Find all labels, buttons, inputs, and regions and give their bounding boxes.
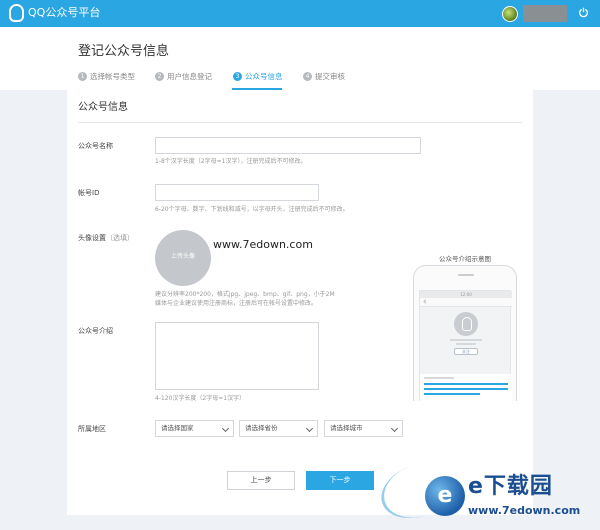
chevron-down-icon bbox=[390, 424, 399, 433]
region-label: 所属地区 bbox=[78, 425, 106, 433]
phone-speaker bbox=[458, 274, 474, 276]
step-number: 4 bbox=[303, 72, 312, 81]
phone-intro-heading bbox=[424, 377, 454, 379]
province-select-value: 请选择省份 bbox=[245, 424, 278, 432]
brand-logo-icon: e bbox=[425, 476, 465, 516]
avatar-upload-label: 上传头像 bbox=[170, 253, 195, 260]
avatar-hint-trademark: 媒体与企业建议使用注册商标，注册后可在帐号设置中修改。 bbox=[155, 300, 318, 307]
phone-id-placeholder bbox=[456, 343, 476, 345]
brand-name: e下载园 bbox=[468, 474, 553, 499]
brand-url: www.7edown.com bbox=[468, 504, 581, 517]
phone-status-bar: 12:00 bbox=[420, 291, 512, 298]
step-1: 1 选择帐号类型 bbox=[78, 72, 135, 82]
user-avatar[interactable] bbox=[502, 6, 518, 22]
qq-logo-icon bbox=[9, 4, 24, 22]
step-2: 2 用户信息登记 bbox=[155, 72, 212, 82]
brand-logo-letter: e bbox=[437, 483, 453, 508]
account-id-hint: 6-20个字母、数字、下划线和减号，以字母开头，注册完成后不可修改。 bbox=[155, 206, 349, 213]
user-name-redacted[interactable] bbox=[523, 5, 567, 22]
intro-textarea[interactable] bbox=[155, 322, 319, 390]
intro-hint: 4-120汉字长度（2字母=1汉字） bbox=[155, 395, 246, 402]
country-select-value: 请选择国家 bbox=[161, 424, 194, 432]
phone-intro-highlight bbox=[424, 393, 480, 395]
chevron-down-icon bbox=[305, 424, 314, 433]
avatar-label: 头像设置（选填） bbox=[78, 234, 134, 243]
avatar-optional-tag: （选填） bbox=[106, 234, 134, 242]
avatar-hint-format: 建议分辨率200*200，格式jpg、jpeg、bmp、gif、png，小于2M bbox=[155, 291, 335, 298]
phone-nav-bar bbox=[420, 298, 512, 307]
phone-avatar-icon bbox=[454, 312, 478, 336]
intro-label: 公众号介绍 bbox=[78, 327, 113, 335]
step-label: 选择帐号类型 bbox=[90, 72, 135, 81]
step-label: 用户信息登记 bbox=[167, 72, 212, 81]
phone-screen: 12:00 关注 bbox=[419, 290, 512, 401]
page-title: 登记公众号信息 bbox=[78, 44, 170, 59]
phone-preview: 12:00 关注 bbox=[413, 265, 517, 401]
top-bar: QQ公众号平台 bbox=[0, 0, 600, 27]
power-icon[interactable] bbox=[578, 7, 589, 18]
city-select[interactable]: 请选择城市 bbox=[324, 420, 403, 437]
section-title: 公众号信息 bbox=[78, 102, 128, 113]
account-id-input[interactable] bbox=[155, 184, 319, 201]
step-label: 提交审核 bbox=[315, 72, 345, 81]
brand-watermark: e e下载园 www.7edown.com bbox=[373, 451, 600, 530]
country-select[interactable]: 请选择国家 bbox=[155, 420, 234, 437]
phone-intro-panel bbox=[420, 374, 512, 401]
prev-step-button[interactable]: 上一步 bbox=[227, 471, 295, 490]
avatar-upload-button[interactable]: 上传头像 bbox=[155, 230, 211, 286]
phone-follow-button: 关注 bbox=[454, 348, 478, 355]
step-number: 2 bbox=[155, 72, 164, 81]
app-title[interactable]: QQ公众号平台 bbox=[28, 6, 100, 20]
page-header: 登记公众号信息 1 选择帐号类型 2 用户信息登记 3 公众号信息 4 提交审核 bbox=[0, 27, 600, 90]
next-step-button[interactable]: 下一步 bbox=[306, 471, 374, 490]
city-select-value: 请选择城市 bbox=[330, 424, 363, 432]
preview-title: 公众号介绍示意图 bbox=[439, 255, 491, 263]
chevron-down-icon bbox=[221, 424, 230, 433]
phone-intro-highlight bbox=[424, 388, 508, 390]
step-3: 3 公众号信息 bbox=[233, 72, 283, 82]
step-label: 公众号信息 bbox=[245, 72, 283, 81]
name-label: 公众号名称 bbox=[78, 142, 113, 150]
avatar-label-text: 头像设置 bbox=[78, 234, 106, 242]
name-hint: 1-8个汉字长度（2字母=1汉字），注册完成后不可修改。 bbox=[155, 158, 307, 165]
section-divider bbox=[78, 122, 522, 123]
step-number: 3 bbox=[233, 72, 242, 81]
phone-name-placeholder bbox=[450, 339, 482, 341]
province-select[interactable]: 请选择省份 bbox=[239, 420, 318, 437]
site-watermark: www.7edown.com bbox=[213, 238, 313, 251]
step-4: 4 提交审核 bbox=[303, 72, 345, 82]
step-number: 1 bbox=[78, 72, 87, 81]
back-arrow-icon bbox=[423, 299, 428, 304]
phone-time: 12:00 bbox=[460, 292, 472, 297]
account-id-label: 帐号ID bbox=[78, 189, 100, 197]
phone-intro-highlight bbox=[424, 383, 508, 385]
name-input[interactable] bbox=[155, 137, 421, 154]
